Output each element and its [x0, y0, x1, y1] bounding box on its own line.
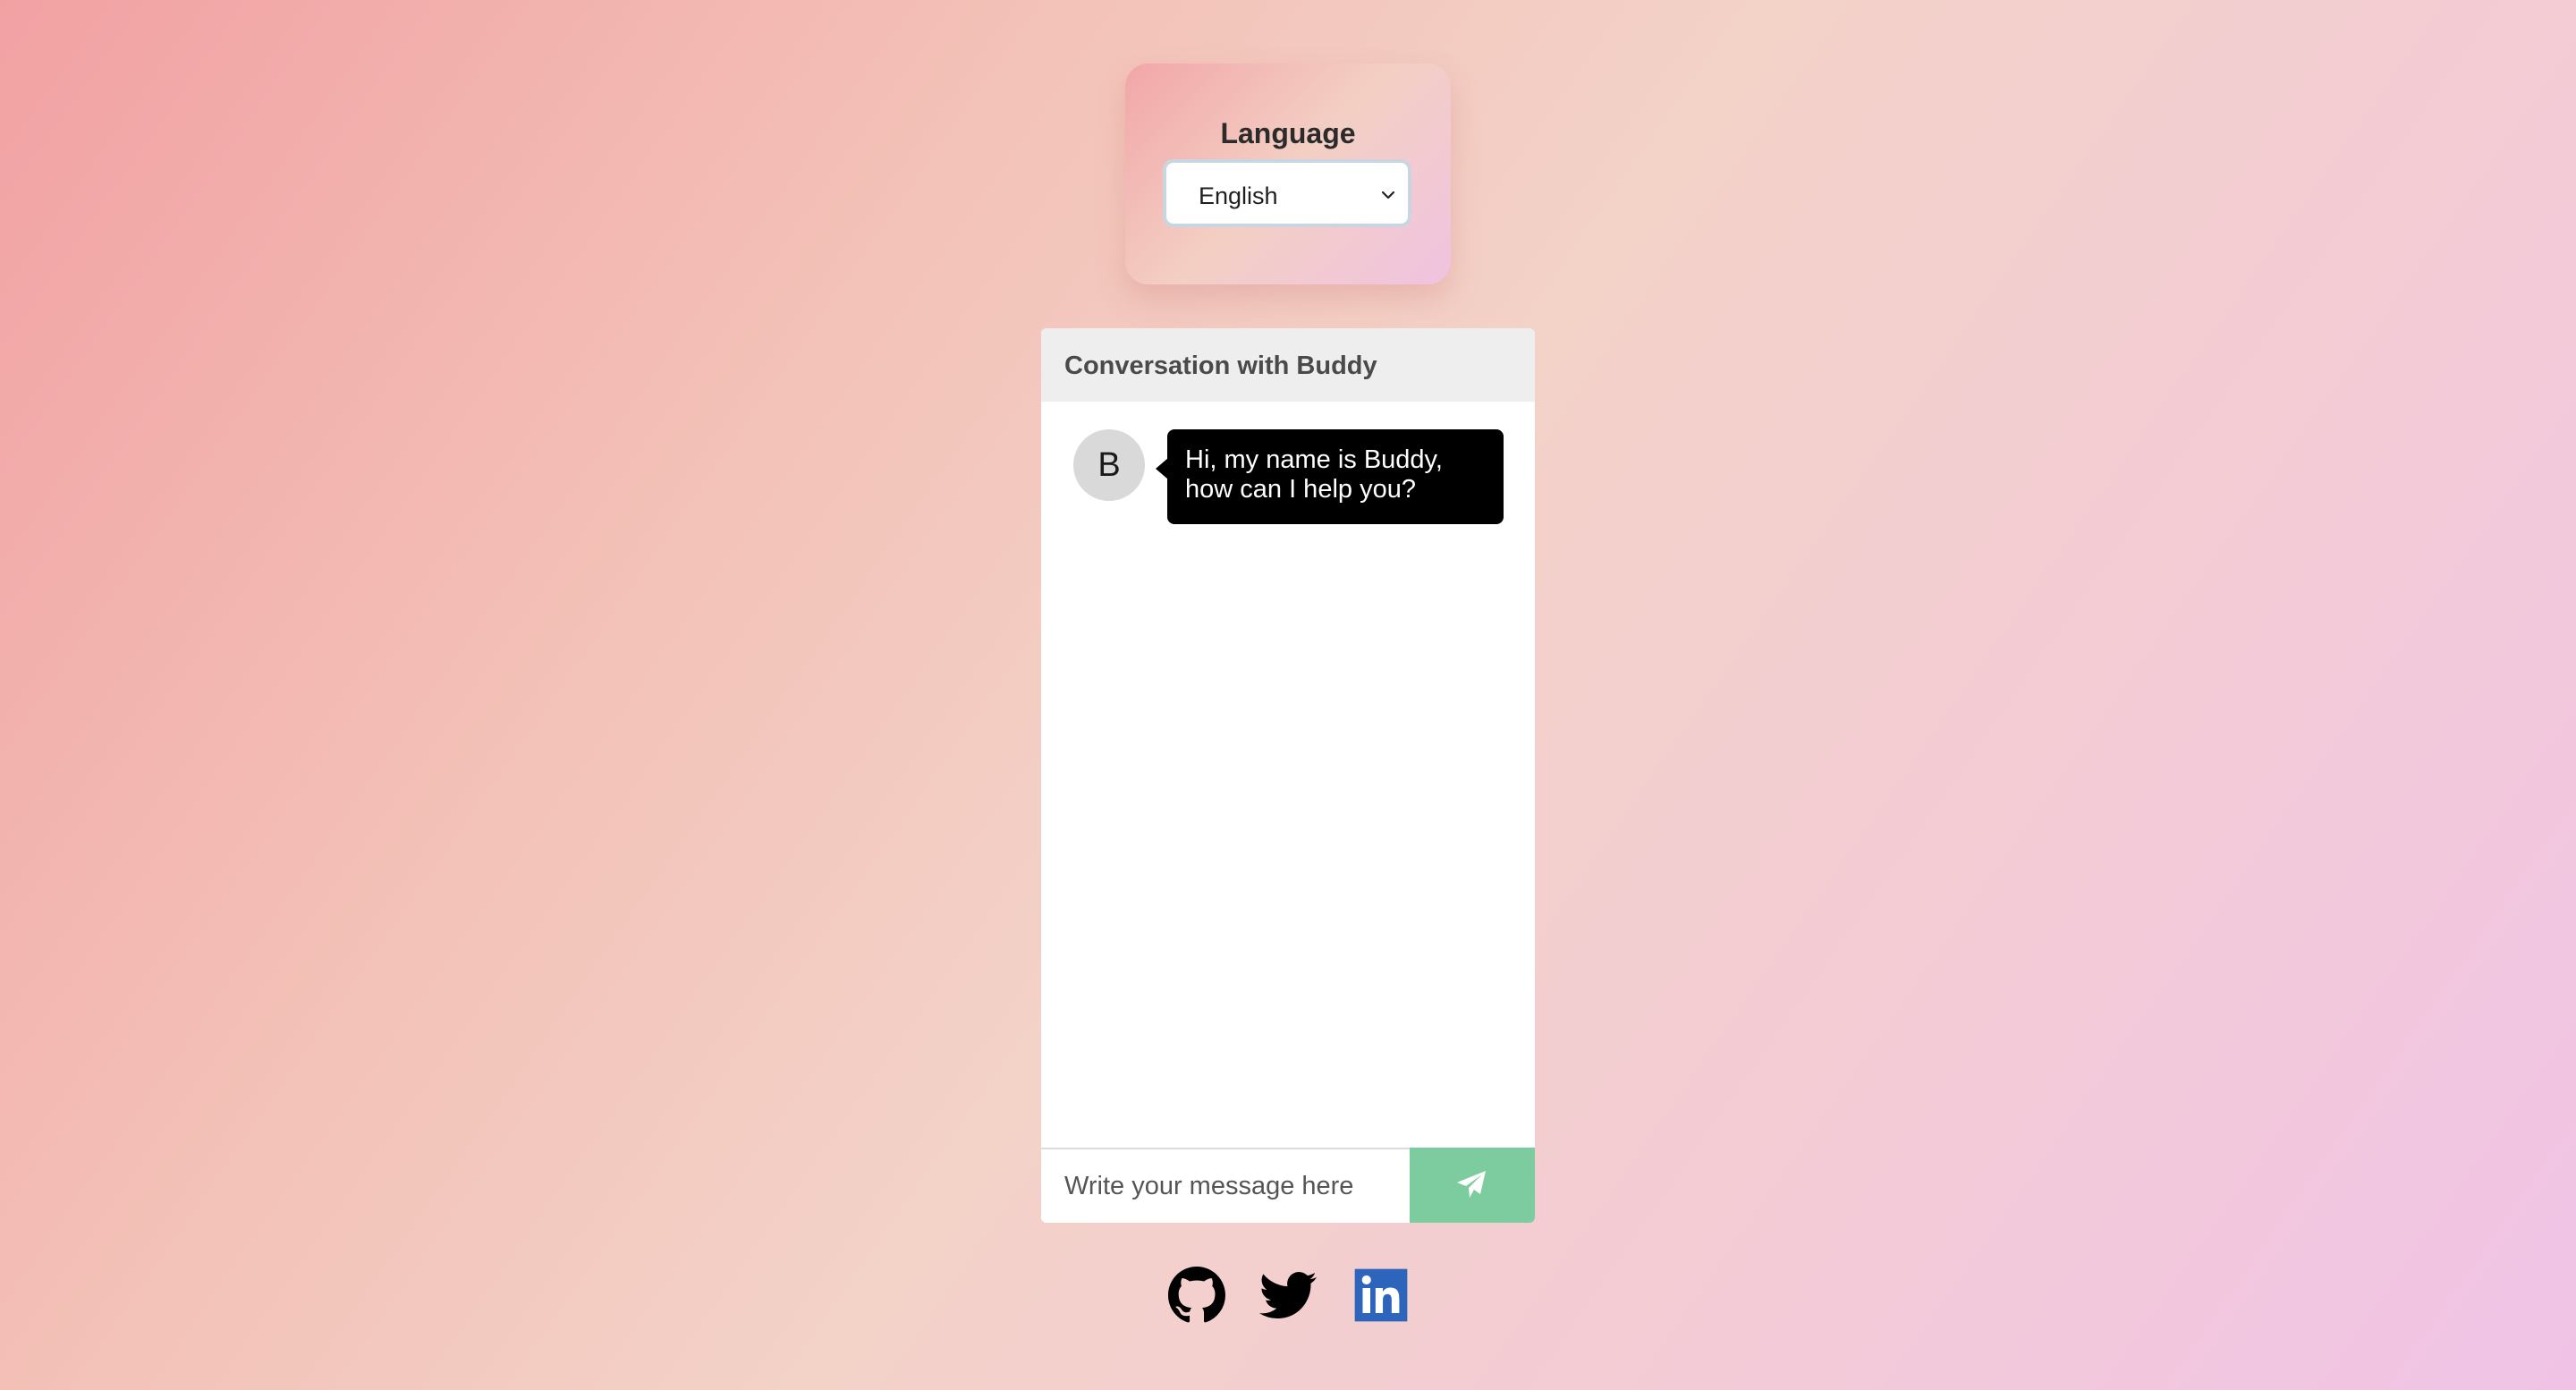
twitter-icon[interactable]	[1259, 1267, 1317, 1324]
linkedin-icon[interactable]	[1352, 1267, 1410, 1324]
message-input[interactable]	[1041, 1149, 1410, 1223]
bot-message-bubble: Hi, my name is Buddy, how can I help you…	[1156, 429, 1504, 524]
chat-window: Conversation with Buddy B Hi, my name is…	[1041, 328, 1535, 1223]
send-button[interactable]	[1410, 1148, 1535, 1223]
bot-avatar: B	[1073, 429, 1145, 501]
paper-plane-icon	[1457, 1171, 1486, 1198]
social-links	[1168, 1267, 1410, 1327]
language-select[interactable]: English	[1163, 159, 1411, 227]
chat-header-title: Conversation with Buddy	[1064, 352, 1377, 380]
chevron-down-icon	[1381, 191, 1395, 199]
language-card: Language English	[1125, 64, 1451, 284]
chat-header: Conversation with Buddy	[1041, 328, 1535, 402]
language-select-value: English	[1199, 182, 1278, 209]
message-input-row	[1041, 1148, 1535, 1223]
language-title: Language	[1220, 117, 1356, 149]
github-icon[interactable]	[1168, 1267, 1225, 1324]
